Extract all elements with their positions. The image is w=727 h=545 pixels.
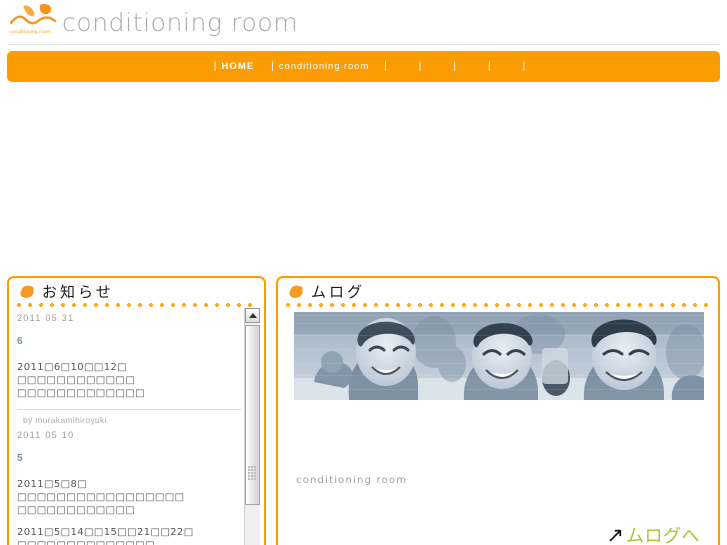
news-dotted-divider [17,303,256,307]
news-entry-body: 2011□5□8□ □□□□□□□□□□□□□□□□□ □□□□□□□□□□□□ [17,479,185,516]
triangle-up-icon [248,313,257,318]
news-list: 2011 05 31 6 2011□6□10□□12□ □□□□□□□□□□□□… [13,308,243,545]
news-entry-byline: by murakamihiroyuki [17,409,241,425]
mulog-panel-body: conditioning room ↗ ムログへ [278,308,718,545]
mulog-dotted-divider [286,303,710,307]
news-entry-title[interactable]: 5 [17,440,241,464]
nav-separator: | [453,61,457,72]
news-panel-body: 2011 05 31 6 2011□6□10□□12□ □□□□□□□□□□□□… [9,308,264,545]
nav-separator: | [418,61,422,72]
mulog-link[interactable]: ↗ ムログへ [606,522,700,545]
site-title: conditioning room [62,8,299,37]
three-smiling-people-photo-icon [294,312,704,400]
news-entry[interactable]: 2011 05 10 5 2011□5□8□ □□□□□□□□□□□□□□□□□… [13,425,243,545]
news-entry-body-2: 2011□5□14□□15□□21□□22□ □□□□□□□□□□□□□□ □□… [17,527,194,545]
news-panel-header: お知らせ [9,278,264,307]
nav-separator: | [213,61,217,72]
news-entry-body: 2011□6□10□□12□ □□□□□□□□□□□□ □□□□□□□□□□□□… [17,362,146,399]
logo-subtext: conditioning room [10,29,51,35]
orange-blob-icon [20,285,35,298]
orange-blob-icon [289,285,304,298]
nav-separator: | [384,61,387,72]
mulog-hero-image[interactable] [294,312,704,400]
site-logo[interactable]: conditioning room [10,3,58,41]
nav-separator: | [271,61,274,72]
mulog-link-label: ムログへ [626,526,700,545]
news-entry-date: 2011 05 31 [17,313,75,323]
nav-separator: | [522,61,526,72]
mulog-panel-title: ムログ [311,283,366,301]
news-panel-title: お知らせ [42,283,114,301]
page-root: conditioning room conditioning room | HO… [0,0,727,545]
conditioning-room-logo-mark-icon [10,4,57,25]
mulog-panel: ムログ conditioning room ↗ ムログへ [276,276,720,545]
site-header: conditioning room conditioning room [0,0,727,46]
news-entry-title[interactable]: 6 [17,323,241,347]
nav-items-container: | HOME | conditioning room | | | | | [7,51,720,82]
news-entry-date: 2011 05 10 [17,430,75,440]
nav-separator: | [488,61,491,72]
news-panel: お知らせ 2011 05 31 6 2011□6□10□□12□ □□□□□□□… [7,276,266,545]
mulog-panel-header: ムログ [278,278,718,307]
header-divider [8,44,719,45]
main-navigation[interactable]: | HOME | conditioning room | | | | | [7,51,720,82]
news-entry[interactable]: 2011 05 31 6 2011□6□10□□12□ □□□□□□□□□□□□… [13,308,243,425]
news-scrollbar[interactable] [244,308,260,545]
mulog-caption: conditioning room [296,475,408,486]
diagonal-arrow-icon: ↗ [606,522,624,545]
nav-item-conditioning-room[interactable]: conditioning room [279,61,379,72]
scrollbar-grip-icon [248,466,257,480]
nav-item-home[interactable]: HOME [221,61,266,72]
scroll-up-arrow-icon[interactable] [245,308,260,323]
